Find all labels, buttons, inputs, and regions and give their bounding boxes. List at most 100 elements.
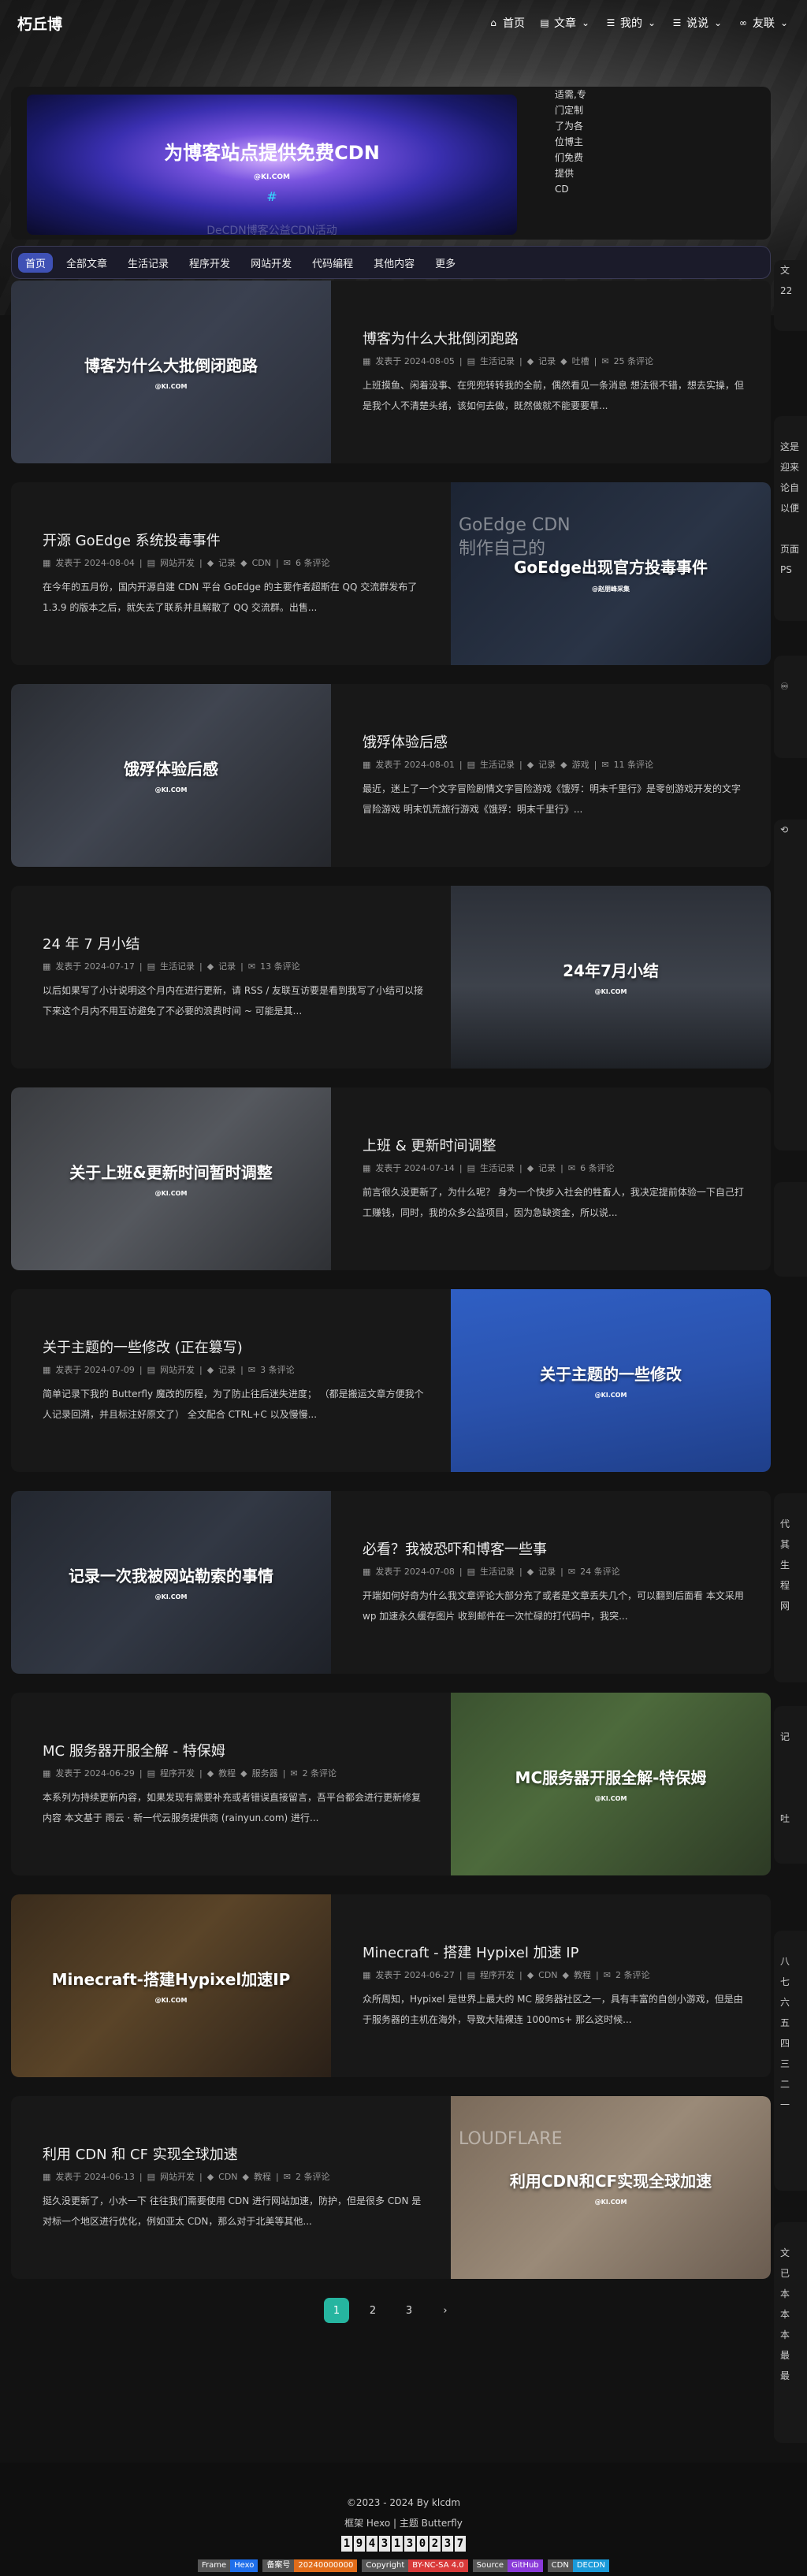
post-tag[interactable]: 记录 [218, 558, 236, 568]
post-tag[interactable]: 游戏 [572, 760, 589, 770]
category-tab[interactable]: 首页 [18, 252, 54, 273]
post-thumbnail[interactable]: LOUDFLARE 利用CDN和CF实现全球加速 @KI.COM [451, 2096, 771, 2279]
post-thumbnail[interactable]: 博客为什么大批倒闭跑路 @KI.COM [11, 281, 331, 463]
post-category[interactable]: 生活记录 [480, 1163, 515, 1173]
post-comments[interactable]: 25 条评论 [614, 356, 654, 366]
post-title[interactable]: 开源 GoEdge 系统投毒事件 [43, 530, 429, 550]
next-page-button[interactable]: › [433, 2298, 458, 2323]
post-title[interactable]: 博客为什么大批倒闭跑路 [363, 328, 749, 348]
post-info: MC 服务器开服全解 - 特保姆 ▦ 发表于 2024-06-29 | ▤ 程序开发 | ◆ 教… [11, 1693, 451, 1875]
sidebar-card-line [774, 1182, 807, 1203]
post-meta: ▦ 发表于 2024-08-01 | ▤ 生活记录 | ◆ 记录 ◆ 游戏 | ✉ 11 条评论 [363, 758, 749, 771]
sidebar-card-line: 最 [780, 2350, 790, 2361]
tag-icon: ◆ [240, 1768, 247, 1779]
category-tab[interactable]: 其他内容 [366, 253, 422, 273]
post-tag[interactable]: 教程 [574, 1970, 591, 1980]
chevron-down-icon: ⌄ [713, 17, 723, 28]
post-tag[interactable]: CDN [218, 2172, 237, 2182]
post-tag[interactable]: 记录 [538, 1567, 556, 1577]
post-comments[interactable]: 2 条评论 [296, 2172, 330, 2182]
post-thumbnail[interactable]: 饿殍体验后感 @KI.COM [11, 684, 331, 867]
post-tag[interactable]: 教程 [218, 1768, 236, 1779]
post-title[interactable]: 利用 CDN 和 CF 实现全球加速 [43, 2143, 429, 2164]
counter-digit: 4 [366, 2536, 377, 2552]
category-tab[interactable]: 代码编程 [305, 253, 360, 273]
post-category[interactable]: 生活记录 [480, 760, 515, 770]
post-comments[interactable]: 2 条评论 [615, 1970, 650, 1980]
post-comments[interactable]: 6 条评论 [296, 558, 330, 568]
post-comments[interactable]: 11 条评论 [614, 760, 654, 770]
menu-item[interactable]: ☰ 说说 ⌄ [671, 15, 723, 31]
menu-item[interactable]: ⌂ 首页 [488, 15, 525, 31]
badge-label: CDN [547, 2559, 573, 2572]
menu-item[interactable]: ▤ 文章 ⌄ [539, 15, 591, 31]
post-comments[interactable]: 2 条评论 [303, 1768, 337, 1779]
page-button[interactable]: 2 [360, 2298, 385, 2323]
post-thumbnail[interactable]: 记录一次我被网站勒索的事情 @KI.COM [11, 1491, 331, 1674]
sidebar-card-line [774, 963, 807, 983]
post-title[interactable]: 饿殍体验后感 [363, 731, 749, 752]
post-title[interactable]: MC 服务器开服全解 - 特保姆 [43, 1740, 429, 1760]
folder-icon: ▤ [467, 1970, 475, 1980]
post-comments[interactable]: 24 条评论 [580, 1567, 620, 1577]
thumbnail-title: 关于主题的一些修改 [540, 1365, 682, 1384]
post-thumbnail[interactable]: 关于上班&更新时间暂时调整 @KI.COM [11, 1087, 331, 1270]
sidebar-card-line: 吐 [780, 1813, 790, 1824]
footer-badge[interactable]: Frame Hexo [197, 2559, 258, 2572]
post-excerpt: 挺久没更新了，小水一下 往往我们需要使用 CDN 进行网站加速，防护，但是很多 … [43, 2195, 422, 2227]
post-tag[interactable]: CDN [538, 1970, 557, 1980]
post-category[interactable]: 网站开发 [160, 558, 195, 568]
post-category[interactable]: 程序开发 [480, 1970, 515, 1980]
post-tag[interactable]: CDN [252, 558, 271, 568]
post-category[interactable]: 生活记录 [160, 961, 195, 972]
category-tab[interactable]: 全部文章 [59, 253, 114, 273]
category-tab[interactable]: 程序开发 [182, 253, 237, 273]
page-button[interactable]: 3 [396, 2298, 422, 2323]
post-tag[interactable]: 记录 [538, 760, 556, 770]
category-tab[interactable]: 更多 [428, 253, 463, 273]
page-button[interactable]: 1 [324, 2298, 349, 2323]
post-comments[interactable]: 13 条评论 [260, 961, 300, 972]
post-title[interactable]: 必看？我被恐吓和博客一些事 [363, 1538, 749, 1559]
post-tag[interactable]: 吐槽 [572, 356, 589, 366]
post-tag[interactable]: 服务器 [252, 1768, 278, 1779]
post-category[interactable]: 程序开发 [160, 1768, 195, 1779]
post-category[interactable]: 生活记录 [480, 356, 515, 366]
post-comments[interactable]: 6 条评论 [580, 1163, 615, 1173]
thumbnail-brand: @KI.COM [594, 1795, 627, 1802]
post-date: 发表于 2024-07-14 [375, 1163, 455, 1173]
site-title[interactable]: 朽丘博 [17, 13, 62, 34]
post-thumbnail[interactable]: 24年7月小结 @KI.COM [451, 886, 771, 1069]
separator: | [139, 961, 143, 972]
post-title[interactable]: 上班 & 更新时间调整 [363, 1135, 749, 1155]
post-comments[interactable]: 3 条评论 [260, 1365, 295, 1375]
post-category[interactable]: 网站开发 [160, 2172, 195, 2182]
category-tab[interactable]: 网站开发 [244, 253, 299, 273]
menu-item[interactable]: ∞ 友联 ⌄ [738, 15, 790, 31]
footer-badge[interactable]: 备案号 20240000000 [262, 2559, 358, 2572]
post-thumbnail[interactable]: GoEdge CDN 制作自己的 GoEdge出现官方投毒事件 @赵朋峰采集 [451, 482, 771, 665]
post-category[interactable]: 网站开发 [160, 1365, 195, 1375]
post-title[interactable]: 24 年 7 月小结 [43, 933, 429, 953]
sidebar-card-line: 代 [780, 1518, 790, 1530]
post-tag[interactable]: 教程 [254, 2172, 271, 2182]
separator: | [139, 558, 143, 568]
comment-icon: ✉ [247, 961, 256, 972]
footer-badge[interactable]: CDN DECDN [547, 2559, 610, 2572]
menu-item[interactable]: ☰ 我的 ⌄ [605, 15, 657, 31]
post-title[interactable]: Minecraft - 搭建 Hypixel 加速 IP [363, 1942, 749, 1962]
post-tag[interactable]: 记录 [218, 961, 236, 972]
post-tag[interactable]: 记录 [538, 1163, 556, 1173]
promo-banner[interactable]: 为博客站点提供免费CDN @KI.COM # DeCDN博客公益CDN活动 [27, 95, 517, 235]
category-tab[interactable]: 生活记录 [121, 253, 176, 273]
post-thumbnail[interactable]: MC服务器开服全解-特保姆 @KI.COM [451, 1693, 771, 1875]
post-tag[interactable]: 记录 [538, 356, 556, 366]
post-category[interactable]: 生活记录 [480, 1567, 515, 1577]
post-tag[interactable]: 记录 [218, 1365, 236, 1375]
post-thumbnail[interactable]: Minecraft-搭建Hypixel加速IP @KI.COM [11, 1894, 331, 2077]
post-card: MC服务器开服全解-特保姆 @KI.COM MC 服务器开服全解 - 特保姆 ▦ 发表于… [11, 1693, 771, 1875]
post-title[interactable]: 关于主题的一些修改 (正在篡写) [43, 1336, 429, 1357]
footer-badge[interactable]: Copyright BY-NC-SA 4.0 [362, 2559, 468, 2572]
footer-badge[interactable]: Source GitHub [472, 2559, 543, 2572]
post-thumbnail[interactable]: 关于主题的一些修改 @KI.COM [451, 1289, 771, 1472]
